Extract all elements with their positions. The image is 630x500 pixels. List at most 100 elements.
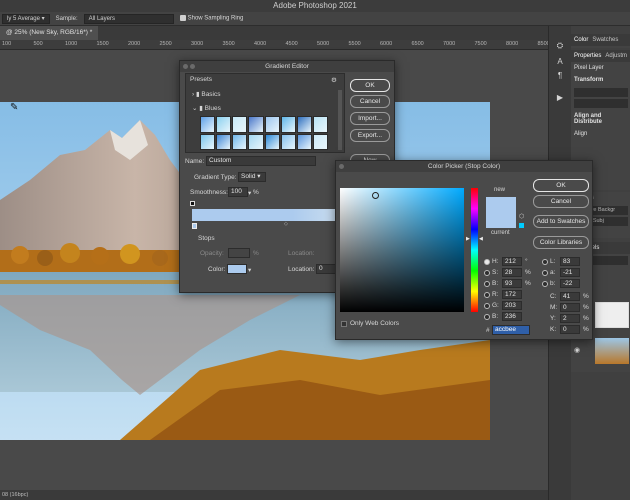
field-radio[interactable]: [542, 281, 548, 287]
gradient-preset-swatch[interactable]: [312, 133, 328, 150]
field-radio[interactable]: [484, 270, 490, 276]
sample-size-dropdown[interactable]: ly 5 Average ▾: [2, 13, 50, 24]
close-icon[interactable]: [183, 64, 188, 69]
field-radio[interactable]: [484, 292, 490, 298]
presets-scrollbar[interactable]: [338, 90, 342, 150]
tab-swatches[interactable]: Swatches: [592, 34, 618, 46]
align-header[interactable]: Align and Distribute: [571, 110, 630, 128]
transform-header[interactable]: Transform: [571, 74, 630, 86]
field-input[interactable]: -21: [560, 268, 580, 277]
web-colors-checkbox[interactable]: [341, 321, 347, 327]
field-radio[interactable]: [542, 259, 548, 265]
minimize-icon[interactable]: [190, 64, 195, 69]
gradient-preset-swatch[interactable]: [264, 133, 280, 150]
document-tab[interactable]: @ 25% (New Sky, RGB/16*) *: [0, 26, 99, 40]
play-actions-icon[interactable]: ▶: [553, 92, 567, 104]
gradient-preset-swatch[interactable]: [200, 116, 216, 133]
field-unit: %: [583, 304, 589, 311]
field-input[interactable]: 41: [560, 292, 580, 301]
ok-button[interactable]: OK: [350, 79, 390, 92]
field-input[interactable]: 0: [560, 303, 580, 312]
gradient-preset-swatch[interactable]: [216, 133, 232, 150]
ok-button[interactable]: OK: [533, 179, 589, 192]
hex-label: #: [486, 327, 490, 334]
sampling-ring-checkbox[interactable]: Show Sampling Ring: [179, 15, 243, 22]
stop-color-swatch[interactable]: [227, 264, 247, 274]
character-icon[interactable]: A: [553, 56, 567, 68]
field-input[interactable]: 83: [560, 257, 580, 266]
gradient-preset-swatch[interactable]: [280, 133, 296, 150]
gradient-bar[interactable]: [192, 209, 336, 221]
layer-thumb-new-sky[interactable]: [595, 302, 629, 328]
color-selector-ring: [372, 192, 379, 199]
gradient-preset-swatch[interactable]: [296, 133, 312, 150]
tab-color[interactable]: Color: [574, 34, 588, 46]
field-input[interactable]: 236: [502, 312, 522, 321]
add-to-swatches-button[interactable]: Add to Swatches: [533, 215, 589, 228]
gradient-preset-swatch[interactable]: [232, 116, 248, 133]
eye-icon[interactable]: ◉: [574, 346, 580, 354]
presets-gear-icon[interactable]: ⚙: [331, 76, 337, 84]
smoothness-input[interactable]: 100: [228, 187, 248, 197]
gradient-type-label: Gradient Type:: [194, 174, 237, 181]
hue-slider-left-arrow-icon[interactable]: ▶: [466, 236, 470, 242]
field-input[interactable]: 2: [560, 314, 580, 323]
gradient-type-select[interactable]: Solid ▾: [238, 172, 266, 182]
field-radio[interactable]: [484, 303, 490, 309]
field-input[interactable]: 28: [502, 268, 522, 277]
gradient-preset-swatch[interactable]: [216, 116, 232, 133]
field-unit: %: [525, 280, 531, 287]
field-radio[interactable]: [484, 281, 490, 287]
gradient-preset-swatch[interactable]: [232, 133, 248, 150]
tab-properties[interactable]: Properties: [574, 50, 601, 62]
gradient-preset-swatch[interactable]: [200, 133, 216, 150]
field-radio[interactable]: [484, 259, 490, 265]
smoothness-dropdown-icon[interactable]: ▾: [248, 189, 251, 197]
color-location-input[interactable]: 0: [316, 264, 336, 274]
layer-thumb-photo[interactable]: [595, 338, 629, 364]
field-radio[interactable]: [542, 270, 548, 276]
cancel-button[interactable]: Cancel: [533, 195, 589, 208]
tab-adjustments[interactable]: Adjustm: [605, 50, 627, 62]
field-input[interactable]: 93: [502, 279, 522, 288]
field-input[interactable]: 172: [502, 290, 522, 299]
gradient-preset-swatch[interactable]: [312, 116, 328, 133]
name-input[interactable]: Custom: [206, 156, 316, 166]
color-stop[interactable]: [192, 223, 197, 229]
export-button[interactable]: Export...: [350, 129, 390, 142]
color-libraries-button[interactable]: Color Libraries: [533, 236, 589, 249]
hue-slider[interactable]: [471, 188, 478, 312]
transform-field[interactable]: [574, 99, 628, 108]
gradient-preset-swatch[interactable]: [280, 116, 296, 133]
field-input[interactable]: 0: [560, 325, 580, 334]
web-safe-cube-icon[interactable]: ⬡: [519, 213, 524, 220]
stops-label: Stops: [198, 235, 215, 242]
opacity-stop[interactable]: [190, 201, 195, 206]
transform-field[interactable]: [574, 88, 628, 97]
hue-slider-right-arrow-icon[interactable]: ◀: [479, 236, 483, 242]
saturation-brightness-field[interactable]: [340, 188, 464, 312]
history-icon[interactable]: ⛭: [553, 40, 567, 52]
new-color-preview: [486, 197, 516, 228]
paragraph-icon[interactable]: ¶: [553, 70, 567, 82]
field-input[interactable]: -22: [560, 279, 580, 288]
midpoint-diamond-icon[interactable]: ◇: [284, 221, 288, 227]
cancel-button[interactable]: Cancel: [350, 95, 390, 108]
field-input[interactable]: 212: [502, 257, 522, 266]
field-input[interactable]: 203: [502, 301, 522, 310]
field-radio[interactable]: [484, 314, 490, 320]
gradient-preset-swatch[interactable]: [296, 116, 312, 133]
stop-color-dropdown-icon[interactable]: ▾: [248, 266, 251, 274]
hex-input[interactable]: accbee: [492, 325, 530, 335]
import-button[interactable]: Import...: [350, 112, 390, 125]
sample-dropdown[interactable]: All Layers: [83, 13, 174, 24]
web-safe-swatch[interactable]: [519, 223, 524, 228]
sample-value: All Layers: [88, 15, 115, 22]
gradient-preset-swatch[interactable]: [248, 116, 264, 133]
picker-field-row: R: 172: [484, 290, 536, 300]
folder-basics[interactable]: › ▮ Basics: [192, 90, 221, 98]
gradient-preset-swatch[interactable]: [264, 116, 280, 133]
gradient-preset-swatch[interactable]: [248, 133, 264, 150]
close-icon[interactable]: [339, 164, 344, 169]
folder-blues[interactable]: ⌄ ▮ Blues: [192, 104, 221, 112]
